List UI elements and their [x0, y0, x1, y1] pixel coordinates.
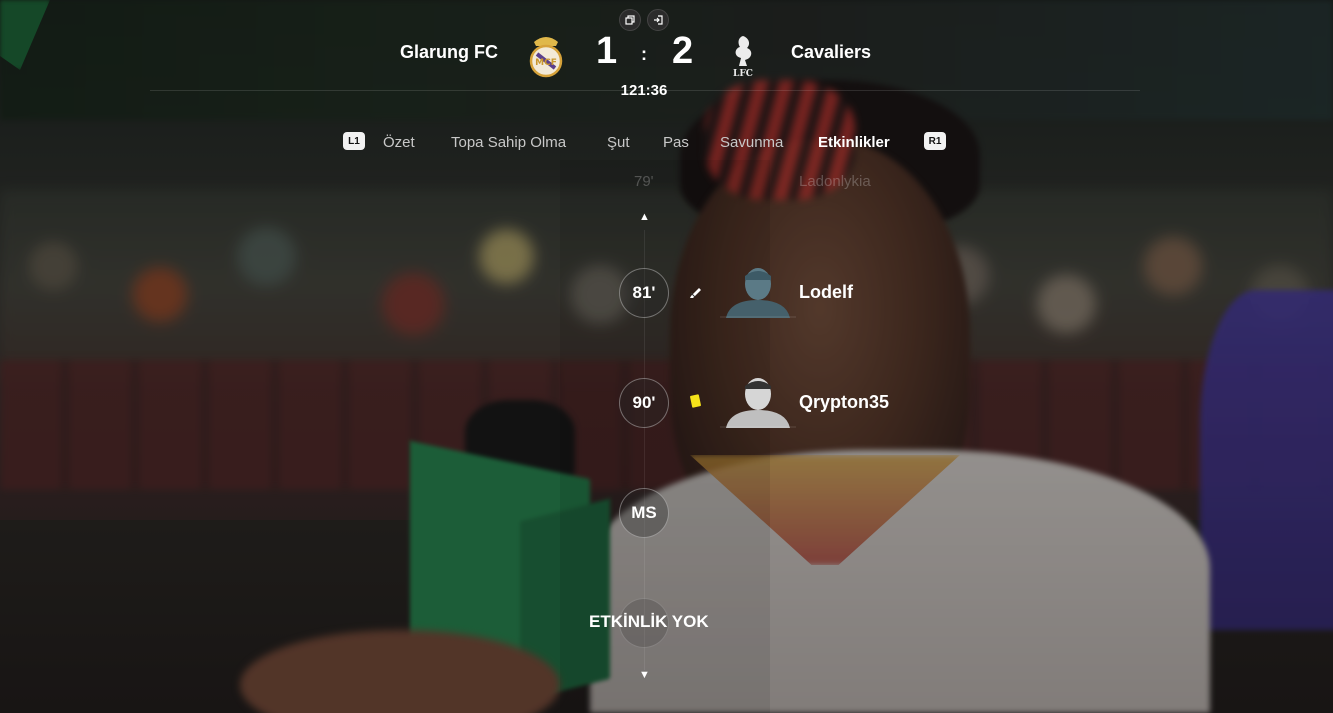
away-crest-text: LFC: [733, 69, 753, 78]
player-avatar-lodelf: [720, 266, 796, 318]
tab-possession[interactable]: Topa Sahip Olma: [451, 134, 566, 151]
away-team-name: Cavaliers: [791, 42, 872, 62]
header-divider: [150, 90, 1140, 91]
r1-shoulder-button[interactable]: R1: [924, 132, 946, 150]
exit-icon[interactable]: [647, 9, 669, 31]
scoreboard: Glarung FC MCF 1 : 2 LFC Cavaliers: [0, 30, 1333, 80]
stadium-background: [0, 0, 1333, 713]
event-player-name: Qrypton35: [799, 392, 890, 412]
scroll-down-icon[interactable]: ▼: [639, 669, 650, 681]
previous-event-row: 79' Ladonlykia: [0, 173, 1333, 193]
stats-tabs: L1 Özet Topa Sahip Olma Şut Pas Savunma …: [0, 132, 1333, 154]
previous-event-minute: 79': [634, 173, 654, 190]
substitution-icon: [688, 284, 704, 305]
home-score: 1: [596, 30, 618, 72]
away-score: 2: [672, 30, 694, 72]
copy-icon[interactable]: [619, 9, 641, 31]
no-events-label: ETKİNLİK YOK: [589, 612, 709, 631]
scroll-up-icon[interactable]: ▲: [639, 211, 650, 223]
tab-defense[interactable]: Savunma: [720, 134, 783, 151]
tab-passes[interactable]: Pas: [663, 134, 689, 151]
away-crest-icon: LFC: [723, 32, 763, 79]
l1-shoulder-button[interactable]: L1: [343, 132, 365, 150]
yellow-card-icon: [689, 394, 702, 408]
player-avatar-qrypton35: [720, 376, 796, 428]
home-team-name: Glarung FC: [400, 42, 498, 62]
event-minute-81[interactable]: 81': [619, 268, 669, 318]
home-crest-icon: MCF: [526, 32, 566, 78]
tab-summary[interactable]: Özet: [383, 134, 415, 151]
previous-event-player: Ladonlykia: [799, 173, 871, 190]
event-minute-90[interactable]: 90': [619, 378, 669, 428]
full-time-marker[interactable]: MS: [619, 488, 669, 538]
svg-text:MCF: MCF: [535, 58, 557, 68]
tab-shots[interactable]: Şut: [607, 134, 630, 151]
score-separator: :: [641, 44, 647, 64]
event-player-name: Lodelf: [799, 282, 853, 302]
top-icons: [619, 9, 669, 31]
tab-events[interactable]: Etkinlikler: [818, 134, 890, 151]
